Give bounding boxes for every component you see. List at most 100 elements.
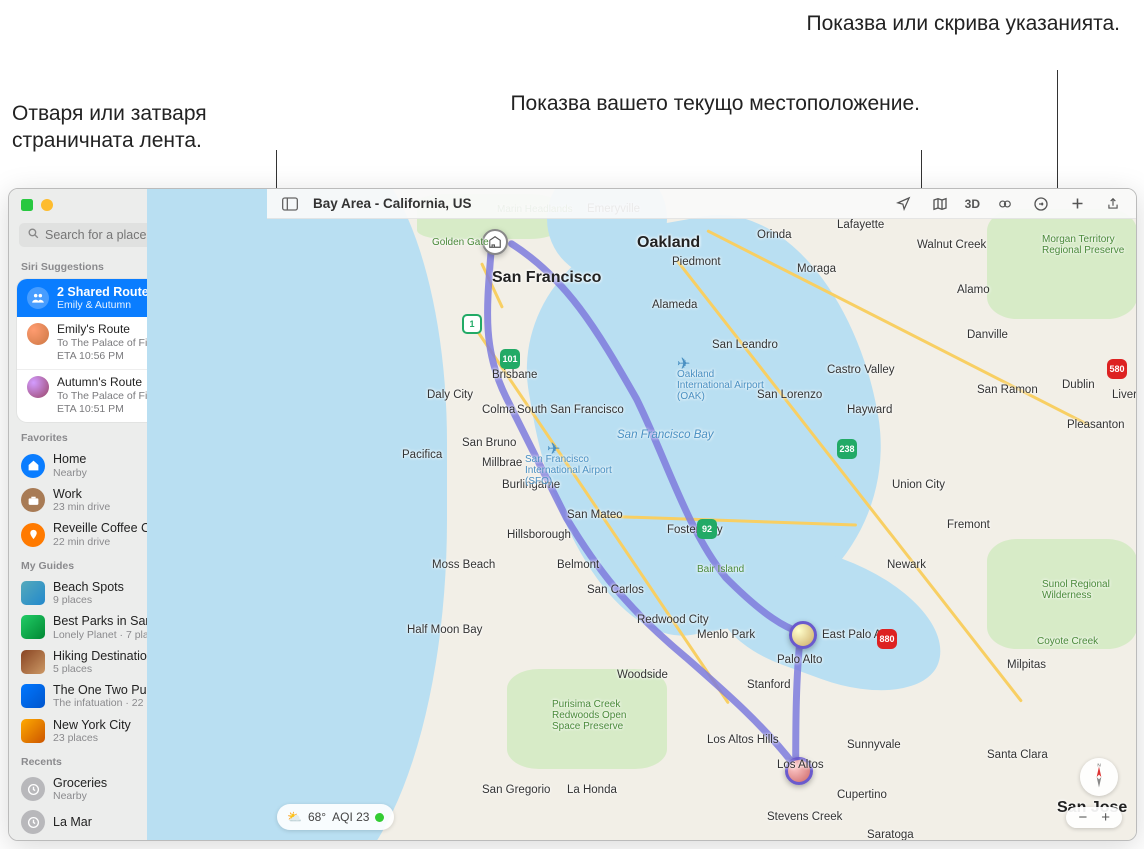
shared-routes-subtitle: Emily & Autumn — [57, 299, 156, 311]
airport-icon: ✈︎ — [547, 439, 561, 453]
map-label: San Francisco — [492, 269, 601, 287]
mode-3d-button[interactable]: 3D — [963, 193, 982, 215]
maps-window: Siri Suggestions 2 Shared Routes Emily &… — [8, 188, 1137, 841]
map-label: Stevens Creek — [767, 811, 842, 823]
map-label: Walnut Creek — [917, 239, 986, 251]
map-park-label: Sunol Regional Wilderness — [1042, 579, 1132, 601]
map-label: Oakland — [637, 234, 700, 252]
map-park-label: Golden Gate — [432, 237, 489, 248]
map-label: Pleasanton — [1067, 419, 1125, 431]
zoom-controls: − + — [1066, 807, 1122, 828]
map-label: Moss Beach — [432, 559, 495, 571]
map-label: Livermore — [1112, 389, 1137, 401]
favorite-title: Reveille Coffee Co. — [53, 521, 160, 535]
map-label: Millbrae — [482, 457, 522, 469]
guide-title: New York City — [53, 718, 131, 732]
toggle-sidebar-button[interactable] — [277, 193, 303, 215]
map-label: Stanford — [747, 679, 790, 691]
map-label: Santa Clara — [987, 749, 1048, 761]
favorite-title: Home — [53, 452, 87, 466]
guide-subtitle: 5 places — [53, 663, 160, 675]
directions-button[interactable] — [1028, 193, 1054, 215]
map-label: Piedmont — [672, 256, 721, 268]
compass-button[interactable]: N — [1080, 758, 1118, 796]
guide-thumbnail — [21, 684, 45, 708]
locate-button[interactable] — [891, 193, 917, 215]
guide-thumbnail — [21, 719, 45, 743]
weather-aqi: AQI 23 — [332, 810, 369, 824]
map-title: Bay Area - California, US — [313, 196, 472, 211]
favorite-title: Work — [53, 487, 110, 501]
zoom-window-button[interactable] — [21, 199, 33, 211]
map-label: Dublin — [1062, 379, 1095, 391]
aqi-indicator-icon — [375, 813, 384, 822]
people-icon — [27, 287, 49, 309]
highway-shield: 238 — [837, 439, 857, 459]
map-label: Redwood City — [637, 614, 709, 626]
guide-thumbnail — [21, 581, 45, 605]
favorite-subtitle: Nearby — [53, 467, 87, 479]
look-around-button[interactable] — [992, 193, 1018, 215]
map-park-label: Bair Island — [697, 564, 744, 575]
guide-thumbnail — [21, 650, 45, 674]
highway-shield: 880 — [877, 629, 897, 649]
map-label: Half Moon Bay — [407, 624, 482, 636]
window-controls — [21, 199, 53, 211]
map-mode-button[interactable] — [927, 193, 953, 215]
guide-title: Hiking Destinations — [53, 649, 160, 663]
map-label: Hillsborough — [507, 529, 571, 541]
map-label: Milpitas — [1007, 659, 1046, 671]
guide-subtitle: 23 places — [53, 732, 131, 744]
map-label: Daly City — [427, 389, 473, 401]
search-icon — [27, 227, 40, 240]
avatar — [27, 376, 49, 398]
map-airport-label: Oakland International Airport (OAK) — [677, 369, 767, 402]
recent-title: Groceries — [53, 776, 107, 790]
map-canvas[interactable]: ✈︎ ✈︎ San FranciscoOaklandSan JoseEmeryv… — [267, 189, 1136, 840]
airport-icon: ✈︎ — [677, 354, 691, 368]
map-topbar: Bay Area - California, US 3D — [267, 189, 1136, 219]
map-label: South San Francisco — [517, 404, 624, 416]
callout-line — [1057, 70, 1058, 200]
favorite-subtitle: 22 min drive — [53, 536, 160, 548]
map-park-label: Coyote Creek — [1037, 636, 1098, 647]
guide-subtitle: 9 places — [53, 594, 124, 606]
person-pin-autumn[interactable] — [789, 621, 817, 649]
map-label: Los Altos — [777, 759, 824, 771]
pin-icon — [21, 523, 45, 547]
recent-subtitle: Nearby — [53, 790, 107, 802]
highway-shield: 92 — [697, 519, 717, 539]
add-button[interactable] — [1064, 193, 1090, 215]
zoom-out-button[interactable]: − — [1074, 809, 1091, 826]
briefcase-icon — [21, 488, 45, 512]
weather-widget[interactable]: ⛅ 68° AQI 23 — [277, 804, 394, 830]
map-label: San Mateo — [567, 509, 623, 521]
map-label: Sunnyvale — [847, 739, 901, 751]
minimize-window-button[interactable] — [41, 199, 53, 211]
map-label: Pacifica — [402, 449, 442, 461]
callout-directions: Показва или скрива указанията. — [750, 10, 1120, 37]
clock-icon — [21, 777, 45, 801]
highway-shield: 101 — [500, 349, 520, 369]
share-button[interactable] — [1100, 193, 1126, 215]
map-label: Alameda — [652, 299, 697, 311]
map-label: Colma — [482, 404, 515, 416]
map-park-label: Purisima Creek Redwoods Open Space Prese… — [552, 699, 642, 732]
map-area[interactable]: Bay Area - California, US 3D — [267, 189, 1136, 840]
home-icon — [21, 454, 45, 478]
map-label: San Francisco Bay — [617, 429, 714, 441]
map-label: Palo Alto — [777, 654, 822, 666]
zoom-in-button[interactable]: + — [1097, 809, 1114, 826]
map-label: Hayward — [847, 404, 892, 416]
map-label: Union City — [892, 479, 945, 491]
map-label: Saratoga — [867, 829, 914, 841]
highway-shield: 580 — [1107, 359, 1127, 379]
map-label: Castro Valley — [827, 364, 895, 376]
callout-sidebar: Отваря или затваря страничната лента. — [12, 100, 272, 155]
map-label: Fremont — [947, 519, 990, 531]
map-label: San Leandro — [712, 339, 778, 351]
map-label: Los Altos Hills — [707, 734, 779, 746]
map-park-label: Morgan Territory Regional Preserve — [1042, 234, 1132, 256]
map-label: Menlo Park — [697, 629, 755, 641]
map-label: Brisbane — [492, 369, 537, 381]
